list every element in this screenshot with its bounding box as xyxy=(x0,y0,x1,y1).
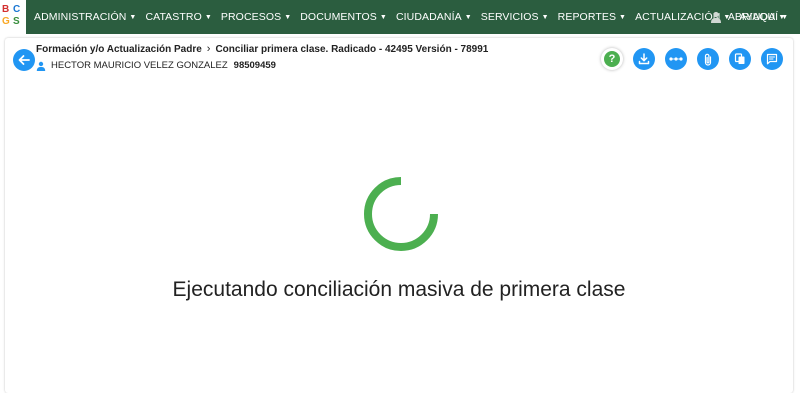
logo-letter-s: S xyxy=(13,16,20,27)
back-button[interactable] xyxy=(13,49,35,71)
help-button[interactable]: ? xyxy=(601,48,623,70)
loading-spinner-icon xyxy=(364,177,438,251)
breadcrumb: Formación y/o Actualización Padre › Conc… xyxy=(36,42,596,56)
caret-down-icon: ▼ xyxy=(781,13,788,21)
menu-documentos[interactable]: DOCUMENTOS ▼ xyxy=(300,11,387,23)
user-menu[interactable]: ABRIAQUÍ ▼ xyxy=(710,0,788,34)
caret-down-icon: ▼ xyxy=(204,13,212,21)
user-name: ABRIAQUÍ xyxy=(727,11,779,23)
menu-reportes[interactable]: REPORTES ▼ xyxy=(558,11,626,23)
person-icon xyxy=(36,61,46,71)
main-menu: ADMINISTRACIÓN ▼ CATASTRO ▼ PROCESOS ▼ DOCU… xyxy=(34,0,794,34)
menu-servicios[interactable]: SERVICIOS ▼ xyxy=(481,11,549,23)
menu-label: ACTUALIZACIÓN xyxy=(635,11,721,23)
logo-letter-c: C xyxy=(13,4,21,15)
action-toolbar: ? xyxy=(601,48,783,70)
caret-down-icon: ▼ xyxy=(284,13,292,21)
breadcrumb-parent[interactable]: Formación y/o Actualización Padre xyxy=(36,44,202,55)
content-panel: Formación y/o Actualización Padre › Conc… xyxy=(5,38,793,393)
person-id: 98509459 xyxy=(233,60,276,71)
chevron-right-icon: › xyxy=(206,43,211,55)
download-button[interactable] xyxy=(633,48,655,70)
top-navbar: B C G S ADMINISTRACIÓN ▼ CATASTRO ▼ PROCES… xyxy=(0,0,800,34)
menu-catastro[interactable]: CATASTRO ▼ xyxy=(145,11,211,23)
caret-down-icon: ▼ xyxy=(541,13,549,21)
menu-administracion[interactable]: ADMINISTRACIÓN ▼ xyxy=(34,11,136,23)
caret-down-icon: ▼ xyxy=(379,13,387,21)
menu-label: REPORTES xyxy=(557,11,617,23)
menu-ciudadania[interactable]: CIUDADANÍA ▼ xyxy=(396,11,472,23)
menu-procesos[interactable]: PROCESOS ▼ xyxy=(221,11,291,23)
logo-letter-b: B xyxy=(2,4,10,15)
menu-label: DOCUMENTOS xyxy=(300,11,377,23)
logo-letter-g: G xyxy=(2,16,10,27)
breadcrumb-current: Conciliar primera clase. Radicado - 4249… xyxy=(215,43,489,55)
more-button[interactable] xyxy=(665,48,687,70)
download-icon xyxy=(638,53,650,65)
menu-label: CIUDADANÍA xyxy=(395,11,462,23)
app-logo[interactable]: B C G S xyxy=(0,0,26,34)
help-icon: ? xyxy=(604,51,620,67)
copy-icon xyxy=(734,53,745,64)
arrow-left-icon xyxy=(18,55,30,65)
person-name: HECTOR MAURICIO VELEZ GONZALEZ xyxy=(51,60,228,71)
caret-down-icon: ▼ xyxy=(464,13,472,21)
attachment-icon xyxy=(704,53,712,66)
attachment-button[interactable] xyxy=(697,48,719,70)
menu-label: SERVICIOS xyxy=(480,11,539,23)
more-icon xyxy=(669,57,683,61)
caret-down-icon: ▼ xyxy=(619,13,627,21)
menu-label: ADMINISTRACIÓN xyxy=(34,11,127,23)
menu-label: PROCESOS xyxy=(220,11,282,23)
record-header: Formación y/o Actualización Padre › Conc… xyxy=(36,42,596,72)
menu-label: CATASTRO xyxy=(145,11,202,23)
copy-button[interactable] xyxy=(729,48,751,70)
user-icon xyxy=(710,11,721,23)
person-line: HECTOR MAURICIO VELEZ GONZALEZ 98509459 xyxy=(36,59,596,72)
notes-button[interactable] xyxy=(761,48,783,70)
notes-icon xyxy=(766,53,778,65)
loading-message: Ejecutando conciliación masiva de primer… xyxy=(172,278,626,301)
caret-down-icon: ▼ xyxy=(129,13,137,21)
